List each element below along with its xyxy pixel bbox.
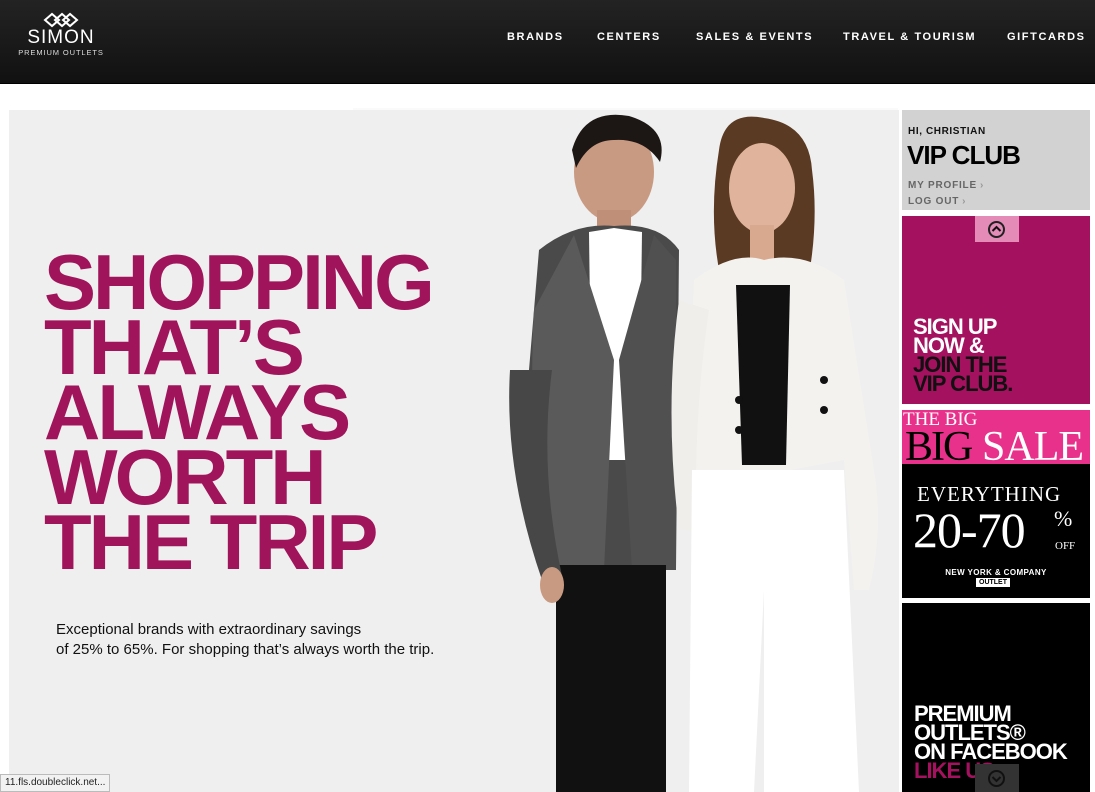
vip-club-panel: HI, CHRISTIAN VIP CLUB MY PROFILE › LOG O… (902, 110, 1090, 210)
sale-percent: % (1054, 506, 1073, 531)
log-out-label: LOG OUT (908, 196, 960, 207)
sale-off: OFF (1055, 540, 1076, 552)
simon-logo[interactable]: SIMON PREMIUM OUTLETS (8, 12, 114, 64)
log-out-link[interactable]: LOG OUT › (908, 196, 966, 207)
chevron-up-circle-icon (988, 221, 1005, 238)
big-sale-banner[interactable]: THE BIG BIG SALE EVERYTHING 20-70 % OFF … (902, 410, 1090, 598)
nav-brands[interactable]: BRANDS (507, 31, 564, 43)
tagline-line: Exceptional brands with extraordinary sa… (56, 621, 362, 638)
sale-big-word: BIG (905, 424, 973, 470)
woman-figure (671, 116, 878, 792)
headline-line: THE TRIP (44, 498, 378, 586)
scroll-down-button[interactable] (975, 764, 1019, 792)
sale-word: SALE (982, 424, 1084, 470)
nav-sales-events[interactable]: SALES & EVENTS (696, 31, 813, 43)
hero-headline: SHOPPING THAT’S ALWAYS WORTH THE TRIP (44, 243, 435, 586)
sale-brand: NEW YORK & COMPANY (945, 568, 1047, 577)
my-profile-link[interactable]: MY PROFILE › (908, 180, 984, 191)
scroll-up-button[interactable] (975, 216, 1019, 242)
sale-outlet-badge: OUTLET (976, 578, 1010, 587)
vip-greeting: HI, CHRISTIAN (908, 126, 986, 137)
simon-diamond-logo-icon (43, 12, 79, 28)
chevron-down-circle-icon (988, 770, 1005, 787)
vip-signup-banner[interactable]: SIGN UP NOW & JOIN THE VIP CLUB. (902, 216, 1090, 404)
vip-club-title: VIP CLUB (907, 140, 1021, 170)
chevron-right-icon: › (979, 180, 985, 191)
signup-line: VIP CLUB. (913, 371, 1013, 396)
browser-status-bar: 11.fls.doubleclick.net... (0, 774, 111, 792)
chevron-right-icon: › (962, 196, 967, 207)
hero-banner[interactable]: SHOPPING THAT’S ALWAYS WORTH THE TRIP Ex… (9, 110, 899, 792)
nav-centers[interactable]: CENTERS (597, 31, 661, 43)
models-photo (509, 114, 878, 792)
logo-brand: SIMON (27, 27, 95, 48)
tagline-line: of 25% to 65%. For shopping that’s alway… (56, 641, 435, 658)
sale-range: 20-70 (913, 502, 1026, 558)
nav-travel-tourism[interactable]: TRAVEL & TOURISM (843, 31, 976, 43)
logo-subtitle: PREMIUM OUTLETS (18, 48, 104, 57)
hero-tagline: Exceptional brands with extraordinary sa… (56, 620, 434, 660)
nav-giftcards[interactable]: GIFTCARDS (1007, 31, 1086, 43)
facebook-banner[interactable]: PREMIUM OUTLETS® ON FACEBOOK LIKE US (902, 603, 1090, 792)
man-figure (509, 114, 679, 792)
my-profile-label: MY PROFILE (908, 180, 977, 191)
site-header: SIMON PREMIUM OUTLETS BRANDS CENTERS SAL… (0, 0, 1095, 84)
signup-text: SIGN UP NOW & JOIN THE VIP CLUB. (913, 316, 1013, 396)
